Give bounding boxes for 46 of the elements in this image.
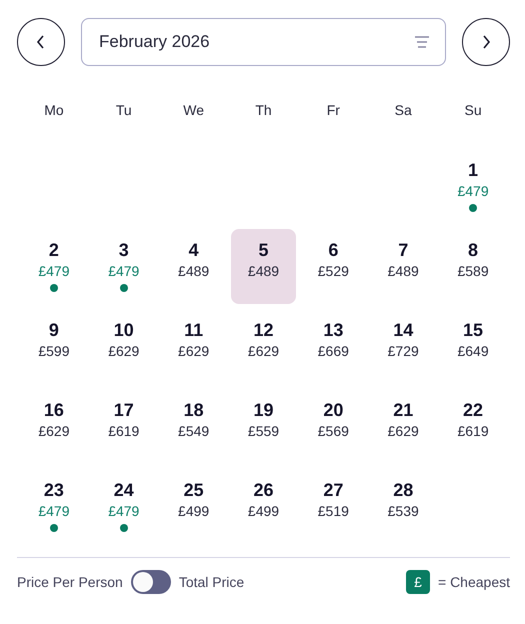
day-cell[interactable]: 8 £589 xyxy=(440,229,506,304)
toggle-label: Total Price xyxy=(178,574,244,590)
weekday-label: Th xyxy=(254,102,273,120)
day-cell[interactable]: 24 £479 xyxy=(90,469,157,544)
month-select-field[interactable]: February 2026 xyxy=(81,18,446,66)
weekday-label: Su xyxy=(464,102,483,120)
toggle-label: Price Per Person xyxy=(17,574,123,590)
weekday-label: Sa xyxy=(394,102,413,120)
weekday-label: Tu xyxy=(114,102,133,120)
day-cell[interactable]: 11 £629 xyxy=(160,309,227,384)
day-cell[interactable]: 25 £499 xyxy=(160,469,227,544)
day-cell[interactable]: 3 £479 xyxy=(90,229,157,304)
day-cell[interactable]: 27 £519 xyxy=(300,469,366,544)
day-cell[interactable]: 16 £629 xyxy=(21,389,87,464)
day-cell[interactable]: 10 £629 xyxy=(90,309,157,384)
day-cell[interactable]: 7 £489 xyxy=(370,229,436,304)
weekday-label: We xyxy=(182,102,205,120)
day-cell[interactable]: 14 £729 xyxy=(370,309,436,384)
day-cell[interactable]: 26 £499 xyxy=(230,469,296,544)
day-cell[interactable]: 12 £629 xyxy=(230,309,296,384)
day-cell[interactable]: 28 £539 xyxy=(370,469,436,544)
day-cell[interactable]: 13 £669 xyxy=(300,309,366,384)
day-cell[interactable]: 2 £479 xyxy=(21,229,87,304)
day-cell[interactable]: 23 £479 xyxy=(21,469,87,544)
cheapest-badge: £ xyxy=(406,570,430,594)
weekday-label: Fr xyxy=(326,102,341,120)
day-cell[interactable]: 17 £619 xyxy=(90,389,157,464)
day-cell[interactable]: 18 £549 xyxy=(160,389,227,464)
previous-month-button[interactable] xyxy=(17,18,65,66)
lines-icon xyxy=(415,36,429,48)
weekday-label: Mo xyxy=(43,102,65,120)
next-month-button[interactable] xyxy=(462,18,510,66)
day-cell[interactable]: 1 £479 xyxy=(440,149,506,224)
day-cell[interactable]: 22 £619 xyxy=(440,389,506,464)
day-cell[interactable]: 20 £569 xyxy=(300,389,366,464)
day-cell[interactable]: 21 £629 xyxy=(370,389,436,464)
day-cell[interactable]: 9 £599 xyxy=(21,309,87,384)
chevron-right-icon xyxy=(481,35,491,49)
price-toggle-switch[interactable] xyxy=(130,570,171,594)
chevron-left-icon xyxy=(36,35,46,49)
day-cell[interactable]: 4 £489 xyxy=(160,229,227,304)
day-cell[interactable]: 19 £559 xyxy=(230,389,296,464)
legend-label: = Cheapest xyxy=(438,574,510,590)
day-cell[interactable]: 5 £489 xyxy=(230,229,296,304)
day-cell[interactable]: 15 £649 xyxy=(440,309,506,384)
day-cell[interactable]: 6 £529 xyxy=(300,229,366,304)
